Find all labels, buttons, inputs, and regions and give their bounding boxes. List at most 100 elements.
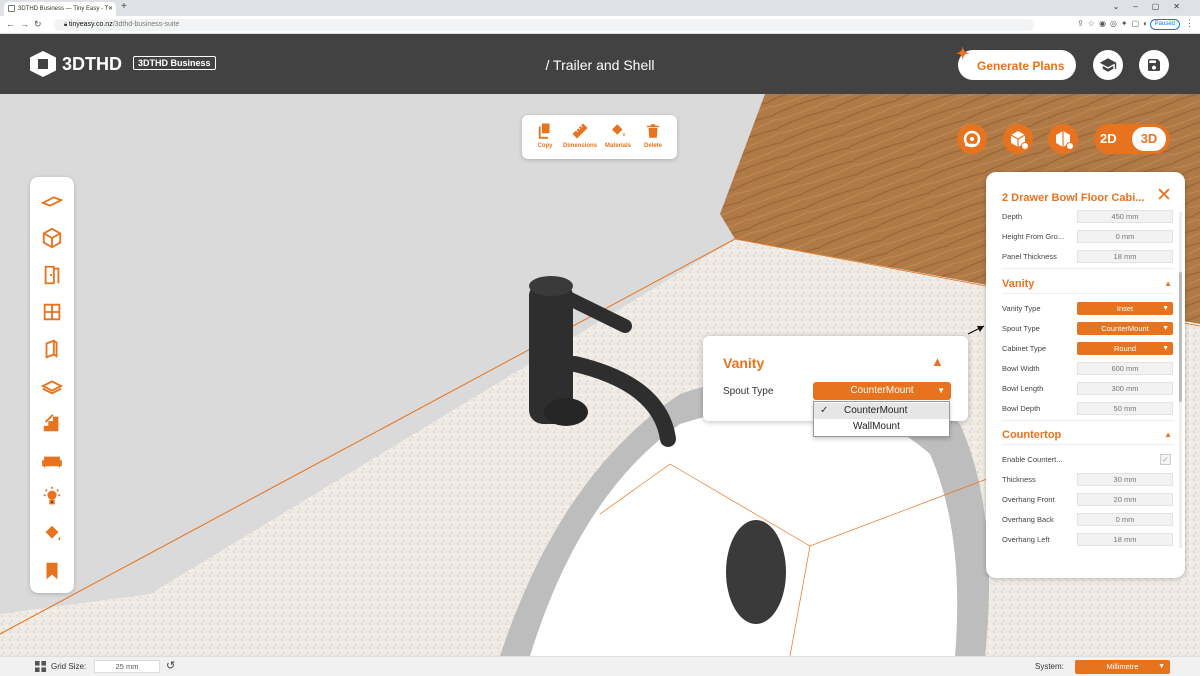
thickness-input[interactable]: 30 mm [1077,473,1173,486]
sidebar-item-furniture[interactable] [36,444,68,476]
collapse-caret-icon[interactable]: ▲ [931,354,944,369]
divider [1002,420,1174,421]
view-mode-toggle[interactable]: 2D 3D [1094,124,1170,154]
collapse-caret-icon[interactable]: ▲ [1164,430,1172,439]
browser-menu-icon[interactable]: ⋮ [1185,18,1194,29]
measure-tape-button[interactable] [957,124,987,154]
prop-row-panel-thickness: Panel Thickness 18 mm [1002,250,1174,264]
view-2d-option[interactable]: 2D [1100,131,1117,146]
prop-label: Height From Gro... [1002,232,1065,241]
sidebar-item-doors[interactable] [36,259,68,291]
grid-icon [35,661,46,672]
floppy-disk-icon [1148,59,1160,71]
materials-label: Materials [604,143,631,149]
check-icon: ✓ [820,405,829,416]
grid-size-input[interactable]: 25 mm [94,660,160,673]
sidebar-item-bookmarks[interactable] [36,555,68,587]
prop-row-overhang-front: Overhang Front 20 mm [1002,493,1174,507]
save-button[interactable] [1139,50,1169,80]
prop-label: Bowl Length [1002,384,1044,393]
overhang-front-input[interactable]: 20 mm [1077,493,1173,506]
tutorial-button[interactable] [1093,50,1123,80]
object-toolbar: Copy Dimensions Materials Delete [522,115,677,159]
sidebar-item-lighting[interactable] [36,481,68,513]
view-3d-option[interactable]: 3D [1132,127,1166,151]
spout-type-select[interactable]: CounterMount ▼ [1077,322,1173,335]
unit-system-select[interactable]: Millimetre ▼ [1075,660,1170,674]
window-controls[interactable]: ⌄–▢✕ [1113,2,1194,11]
dropdown-option-wallmount[interactable]: WallMount [814,419,949,435]
url-field[interactable]: 🔒︎ tinyeasy.co.nz/3dthd-business-suite [54,19,1034,31]
divider [1002,268,1174,269]
panel-body[interactable]: Depth 450 mm Height From Gro... 0 mm Pan… [986,210,1185,558]
floor-icon [41,196,63,207]
dropdown-option-countermount[interactable]: ✓ CounterMount [814,403,949,419]
overhang-left-input[interactable]: 18 mm [1077,533,1173,546]
paint-bucket-icon [612,124,625,137]
close-tab-icon[interactable]: ✕ [108,5,113,12]
sidebar-item-roof[interactable] [36,370,68,402]
box-rotate-icon [1056,131,1074,150]
delete-button[interactable]: Delete [635,122,671,149]
countertop-section-header[interactable]: Countertop ▲ [1002,427,1174,445]
sidebar-item-shell[interactable] [36,222,68,254]
height-from-ground-input[interactable]: 0 mm [1077,230,1173,243]
dimensions-button[interactable]: Dimensions [562,122,598,149]
section-title: Vanity [1002,278,1035,290]
bookmark-icon [46,562,58,580]
scrollbar-thumb[interactable] [1179,272,1182,402]
enable-countertop-checkbox[interactable]: ✓ [1160,454,1171,465]
copy-button[interactable]: Copy [527,122,563,149]
cube-view-icon [1010,131,1029,150]
prop-row-bowl-depth: Bowl Depth 50 mm [1002,402,1174,416]
depth-input[interactable]: 450 mm [1077,210,1173,223]
bowl-width-input[interactable]: 600 mm [1077,362,1173,375]
nav-buttons[interactable]: ←→↻ [6,19,47,30]
trash-icon [647,124,659,138]
vanity-type-select[interactable]: Inset ▼ [1077,302,1173,315]
spout-type-popup-select[interactable]: CounterMount ▼ [813,382,951,400]
browser-tab[interactable]: 3DTHD Business — Tiny Easy - T ✕ [4,2,116,16]
profile-paused-badge[interactable]: Paused [1149,19,1180,30]
close-icon[interactable]: ✕ [1156,186,1172,206]
sidebar-item-windows[interactable] [36,296,68,328]
chevron-down-icon: ▼ [1162,305,1169,312]
extension-icons[interactable]: ⇪☆◉◎✦▢◐ [1077,19,1152,28]
favicon-icon [8,5,15,12]
vanity-section-header[interactable]: Vanity ▲ [1002,276,1174,294]
view-rotate-button[interactable] [1048,124,1078,154]
panel-title: 2 Drawer Bowl Floor Cabi... [1002,192,1145,204]
panel-scrollbar[interactable] [1179,212,1182,548]
sidebar-item-paint[interactable] [36,518,68,550]
prop-row-overhang-back: Overhang Back 0 mm [1002,513,1174,527]
panel-thickness-input[interactable]: 18 mm [1077,250,1173,263]
bowl-length-input[interactable]: 300 mm [1077,382,1173,395]
prop-label: Enable Countert... [1002,455,1063,464]
bowl-depth-input[interactable]: 50 mm [1077,402,1173,415]
status-bar: Grid Size: 25 mm ↺ System: Millimetre ▼ [0,656,1200,676]
select-value: Millimetre [1106,662,1139,671]
new-tab-button[interactable]: + [121,1,127,12]
generate-plans-label: Generate Plans [977,59,1065,73]
cabinet-type-select[interactable]: Round ▼ [1077,342,1173,355]
prop-label: Cabinet Type [1002,344,1047,353]
system-label: System: [1035,662,1064,671]
generate-plans-button[interactable]: ✦ Generate Plans [956,46,1076,80]
prop-row-depth: Depth 450 mm [1002,210,1174,224]
materials-button[interactable]: Materials [600,122,636,149]
option-label: WallMount [853,421,900,432]
sidebar-item-floor[interactable] [36,185,68,217]
prop-row-bowl-width: Bowl Width 600 mm [1002,362,1174,376]
sidebar-item-stairs[interactable] [36,407,68,439]
graduation-cap-icon [1099,58,1117,72]
reset-icon[interactable]: ↺ [166,659,175,672]
overhang-back-input[interactable]: 0 mm [1077,513,1173,526]
view-cube-button[interactable] [1003,124,1033,154]
prop-label: Overhang Front [1002,495,1055,504]
select-value: CounterMount [1101,324,1149,333]
chevron-down-icon: ▼ [1162,325,1169,332]
url-host: tinyeasy.co.nz [68,21,113,28]
copy-icon [538,123,550,139]
sidebar-item-panels[interactable] [36,333,68,365]
collapse-caret-icon[interactable]: ▲ [1164,279,1172,288]
